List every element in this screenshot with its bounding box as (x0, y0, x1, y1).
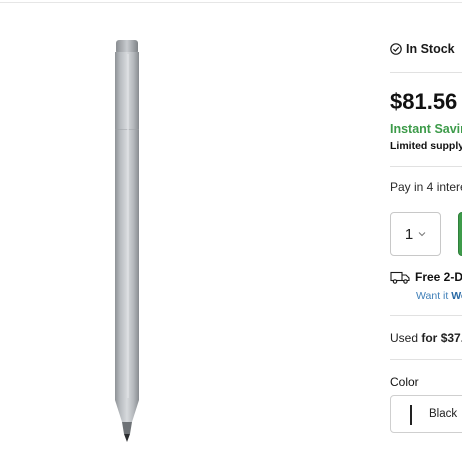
quantity-select[interactable]: 1 (390, 212, 441, 256)
instant-savings: Instant Savin (390, 122, 462, 136)
pay-in-installments[interactable]: Pay in 4 intere (390, 180, 462, 194)
want-it-day: We (451, 290, 462, 302)
add-to-cart-button[interactable] (458, 212, 462, 256)
purchase-panel: In Stock $81.56 Instant Savin Limited su… (390, 0, 462, 450)
check-circle-icon (390, 43, 402, 55)
divider (390, 72, 462, 73)
color-swatch (410, 405, 412, 425)
used-prefix: Used (390, 331, 422, 345)
used-price: $37. (437, 331, 462, 345)
product-page: In Stock $81.56 Instant Savin Limited su… (0, 0, 462, 450)
price: $81.56 (390, 89, 458, 114)
delivery-label: Free 2-D (415, 270, 462, 284)
divider (390, 359, 462, 360)
delivery-info: Free 2-D (390, 270, 462, 284)
color-label: Color (390, 375, 419, 389)
color-option-black[interactable]: Black (390, 395, 462, 433)
want-it-prefix: Want it (416, 290, 452, 302)
stock-label: In Stock (406, 42, 455, 56)
color-option-label: Black (429, 408, 458, 420)
used-offer[interactable]: Used for $37. (390, 331, 462, 345)
truck-icon (390, 271, 410, 284)
quantity-value: 1 (404, 225, 414, 243)
used-for: for (421, 331, 438, 345)
divider (390, 166, 462, 167)
stock-status: In Stock (390, 42, 455, 56)
product-image (115, 40, 139, 442)
limited-supply: Limited supply (390, 140, 462, 152)
divider (390, 315, 462, 316)
chevron-down-icon (418, 231, 426, 237)
delivery-date-link[interactable]: Want it We (416, 290, 462, 302)
